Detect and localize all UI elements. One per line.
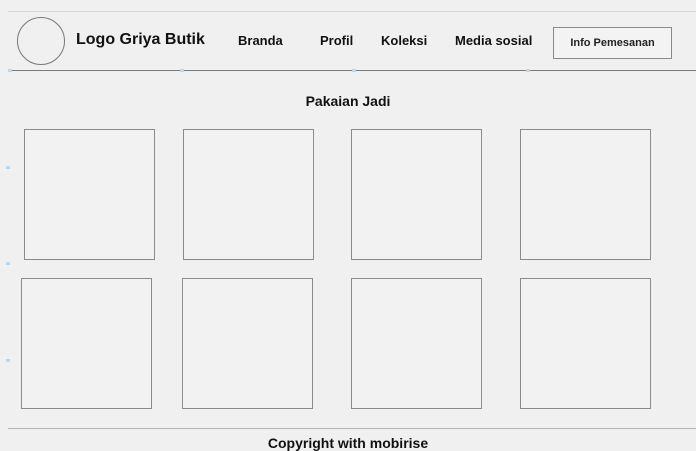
product-card[interactable] (520, 278, 651, 409)
nav-item-profil[interactable]: Profil (320, 33, 353, 48)
footer-divider (8, 428, 696, 429)
section-title: Pakaian Jadi (305, 93, 391, 109)
product-card[interactable] (351, 278, 482, 409)
layout-marker (6, 166, 10, 169)
product-card[interactable] (182, 278, 313, 409)
layout-marker (526, 69, 530, 72)
nav-item-branda[interactable]: Branda (238, 33, 283, 48)
product-card[interactable] (21, 278, 152, 409)
layout-marker (180, 69, 184, 72)
layout-marker (6, 359, 10, 362)
nav-item-koleksi[interactable]: Koleksi (381, 33, 427, 48)
layout-marker (8, 69, 12, 72)
logo-placeholder-icon[interactable] (17, 17, 65, 65)
layout-marker (352, 69, 356, 72)
product-card[interactable] (24, 129, 155, 260)
logo-text[interactable]: Logo Griya Butik (76, 31, 205, 49)
layout-marker (6, 262, 10, 265)
product-card[interactable] (520, 129, 651, 260)
nav-item-media-sosial[interactable]: Media sosial (455, 33, 532, 48)
product-card[interactable] (351, 129, 482, 260)
product-card[interactable] (183, 129, 314, 260)
footer-copyright: Copyright with mobirise (267, 435, 429, 451)
info-pemesanan-button[interactable]: Info Pemesanan (553, 27, 672, 59)
site-header: Logo Griya Butik Branda Profil Koleksi M… (0, 0, 696, 72)
